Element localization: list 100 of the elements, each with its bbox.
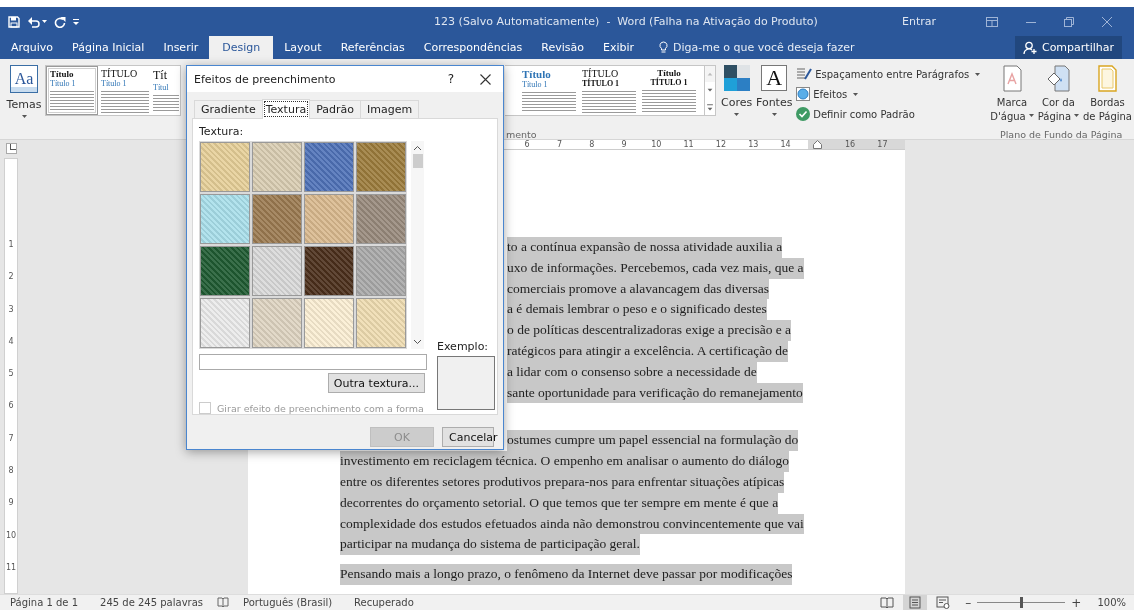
language-indicator[interactable]: Português (Brasil) [243,597,333,608]
ruler-number: 7 [555,140,563,149]
effects-icon [796,87,811,101]
caret-icon [734,113,740,116]
ruler-number: 4 [7,335,15,348]
page-background-button[interactable]: Bordas de Página [1082,65,1133,124]
zoom-out-button[interactable]: – [965,595,972,610]
tab-selector[interactable] [5,143,17,154]
ruler-number: 10 [5,529,17,542]
ruler-number: 7 [7,432,15,445]
themes-button[interactable]: Aa Temas [7,65,41,118]
ruler-number: 9 [7,497,15,510]
undo-icon[interactable] [27,15,40,28]
ruler-number: 12 [714,140,727,149]
paragraph-spacing-icon [796,67,813,81]
redo-icon[interactable] [54,15,66,28]
help-button[interactable]: ? [447,72,454,86]
caret-icon [771,113,777,116]
lightbulb-icon [659,41,669,54]
share-button[interactable]: Compartilhar [1014,36,1122,59]
ribbon-tab[interactable]: Arquivo [3,36,62,59]
texture-label: Textura: [199,125,245,138]
paragraph-spacing-button[interactable]: Espaçamento entre Parágrafos [796,65,981,83]
caret-icon [21,115,27,118]
close-icon[interactable] [480,73,491,85]
ribbon-tab[interactable]: Página Inicial [64,36,153,59]
texture-swatch[interactable] [303,297,355,349]
proofing-book-icon[interactable] [217,597,230,608]
caret-icon[interactable] [42,20,47,23]
scroll-up-icon[interactable] [413,145,422,151]
dialog-tab[interactable]: Gradiente [194,100,263,118]
texture-swatch[interactable] [355,245,407,297]
style-thumbnail[interactable]: Tít Títul [152,66,180,115]
ribbon-tab[interactable]: Design [209,36,274,59]
style-thumbnail[interactable]: TÍTULO Título 1 [98,66,152,115]
texture-swatch[interactable] [355,193,407,245]
texture-swatch[interactable] [199,193,251,245]
page-count[interactable]: Página 1 de 1 [10,597,79,608]
page-background-button[interactable]: Cor da Página [1036,65,1080,124]
ribbon-tab[interactable]: Correspondências [415,36,531,59]
page-border-icon [1096,65,1119,92]
ribbon-tab[interactable]: Exibir [595,36,643,59]
texture-swatch[interactable] [251,245,303,297]
zoom-percent[interactable]: 100% [1097,597,1126,608]
customize-icon[interactable] [73,18,79,25]
fonts-button[interactable]: A Fontes [757,65,792,116]
sign-in-link[interactable]: Entrar [901,15,936,28]
texture-swatch[interactable] [303,193,355,245]
style-thumbnail[interactable]: Título Título 1 [46,66,98,115]
zoom-in-button[interactable]: + [1071,595,1082,610]
web-layout-icon [935,595,952,610]
page-background-button[interactable]: Marca D'água [989,65,1035,124]
texture-swatch[interactable] [303,141,355,193]
ruler-number: 10 [650,140,663,149]
effects-button[interactable]: Efeitos [796,85,981,103]
ribbon-tab[interactable]: Inserir [155,36,207,59]
texture-swatch[interactable] [355,297,407,349]
texture-swatch[interactable] [303,245,355,297]
dialog-title: Efeitos de preenchimento [194,72,337,86]
read-mode-icon [879,595,896,610]
style-thumbnail[interactable]: TÍTULO TÍTULO 1 [579,66,639,115]
ruler-number: 11 [5,561,17,574]
dialog-tab[interactable]: Imagem [360,100,420,118]
texture-swatch[interactable] [199,297,251,349]
ribbon-tab[interactable]: Revisão [533,36,592,59]
scrollbar[interactable] [411,141,424,349]
ribbon-display-icon[interactable] [986,16,998,27]
checkmark-icon [796,107,811,121]
texture-swatch[interactable] [199,141,251,193]
other-texture-button[interactable]: Outra textura... [327,373,425,393]
set-default-button[interactable]: Definir como Padrão [796,105,981,123]
texture-swatch[interactable] [251,193,303,245]
example-preview [437,356,495,410]
ruler-number: 9 [620,140,628,149]
texture-swatch[interactable] [251,297,303,349]
restore-icon[interactable] [1064,16,1074,27]
save-icon[interactable] [8,15,20,28]
view-button[interactable] [903,595,928,610]
scrollbar-thumb[interactable] [412,154,423,168]
scroll-down-icon[interactable] [413,339,422,345]
zoom-slider-thumb[interactable] [1020,597,1024,608]
tell-me-search[interactable]: Diga-me o que você deseja fazer [659,36,855,59]
ruler-number: 6 [7,400,15,413]
print-layout-icon [907,595,924,610]
example-label: Exemplo: [437,340,490,353]
texture-swatch[interactable] [251,141,303,193]
ruler-number: 17 [876,140,889,149]
texture-swatch[interactable] [199,245,251,297]
ribbon-tab[interactable]: Layout [276,36,330,59]
colors-button[interactable]: Cores [721,65,753,116]
word-count[interactable]: 245 de 245 palavras [100,597,204,608]
texture-name-field[interactable] [199,354,427,370]
dialog-button: OK [370,427,434,447]
style-thumbnail[interactable]: Título Título 1 [519,66,579,115]
ruler-number: 6 [523,140,531,149]
style-thumbnail[interactable]: Título TÍTULO 1 [639,66,699,115]
ribbon-tab[interactable]: Referências [332,36,413,59]
texture-swatch[interactable] [355,141,407,193]
watermark-icon [1000,65,1024,92]
dialog-tab[interactable]: Textura [261,99,311,119]
